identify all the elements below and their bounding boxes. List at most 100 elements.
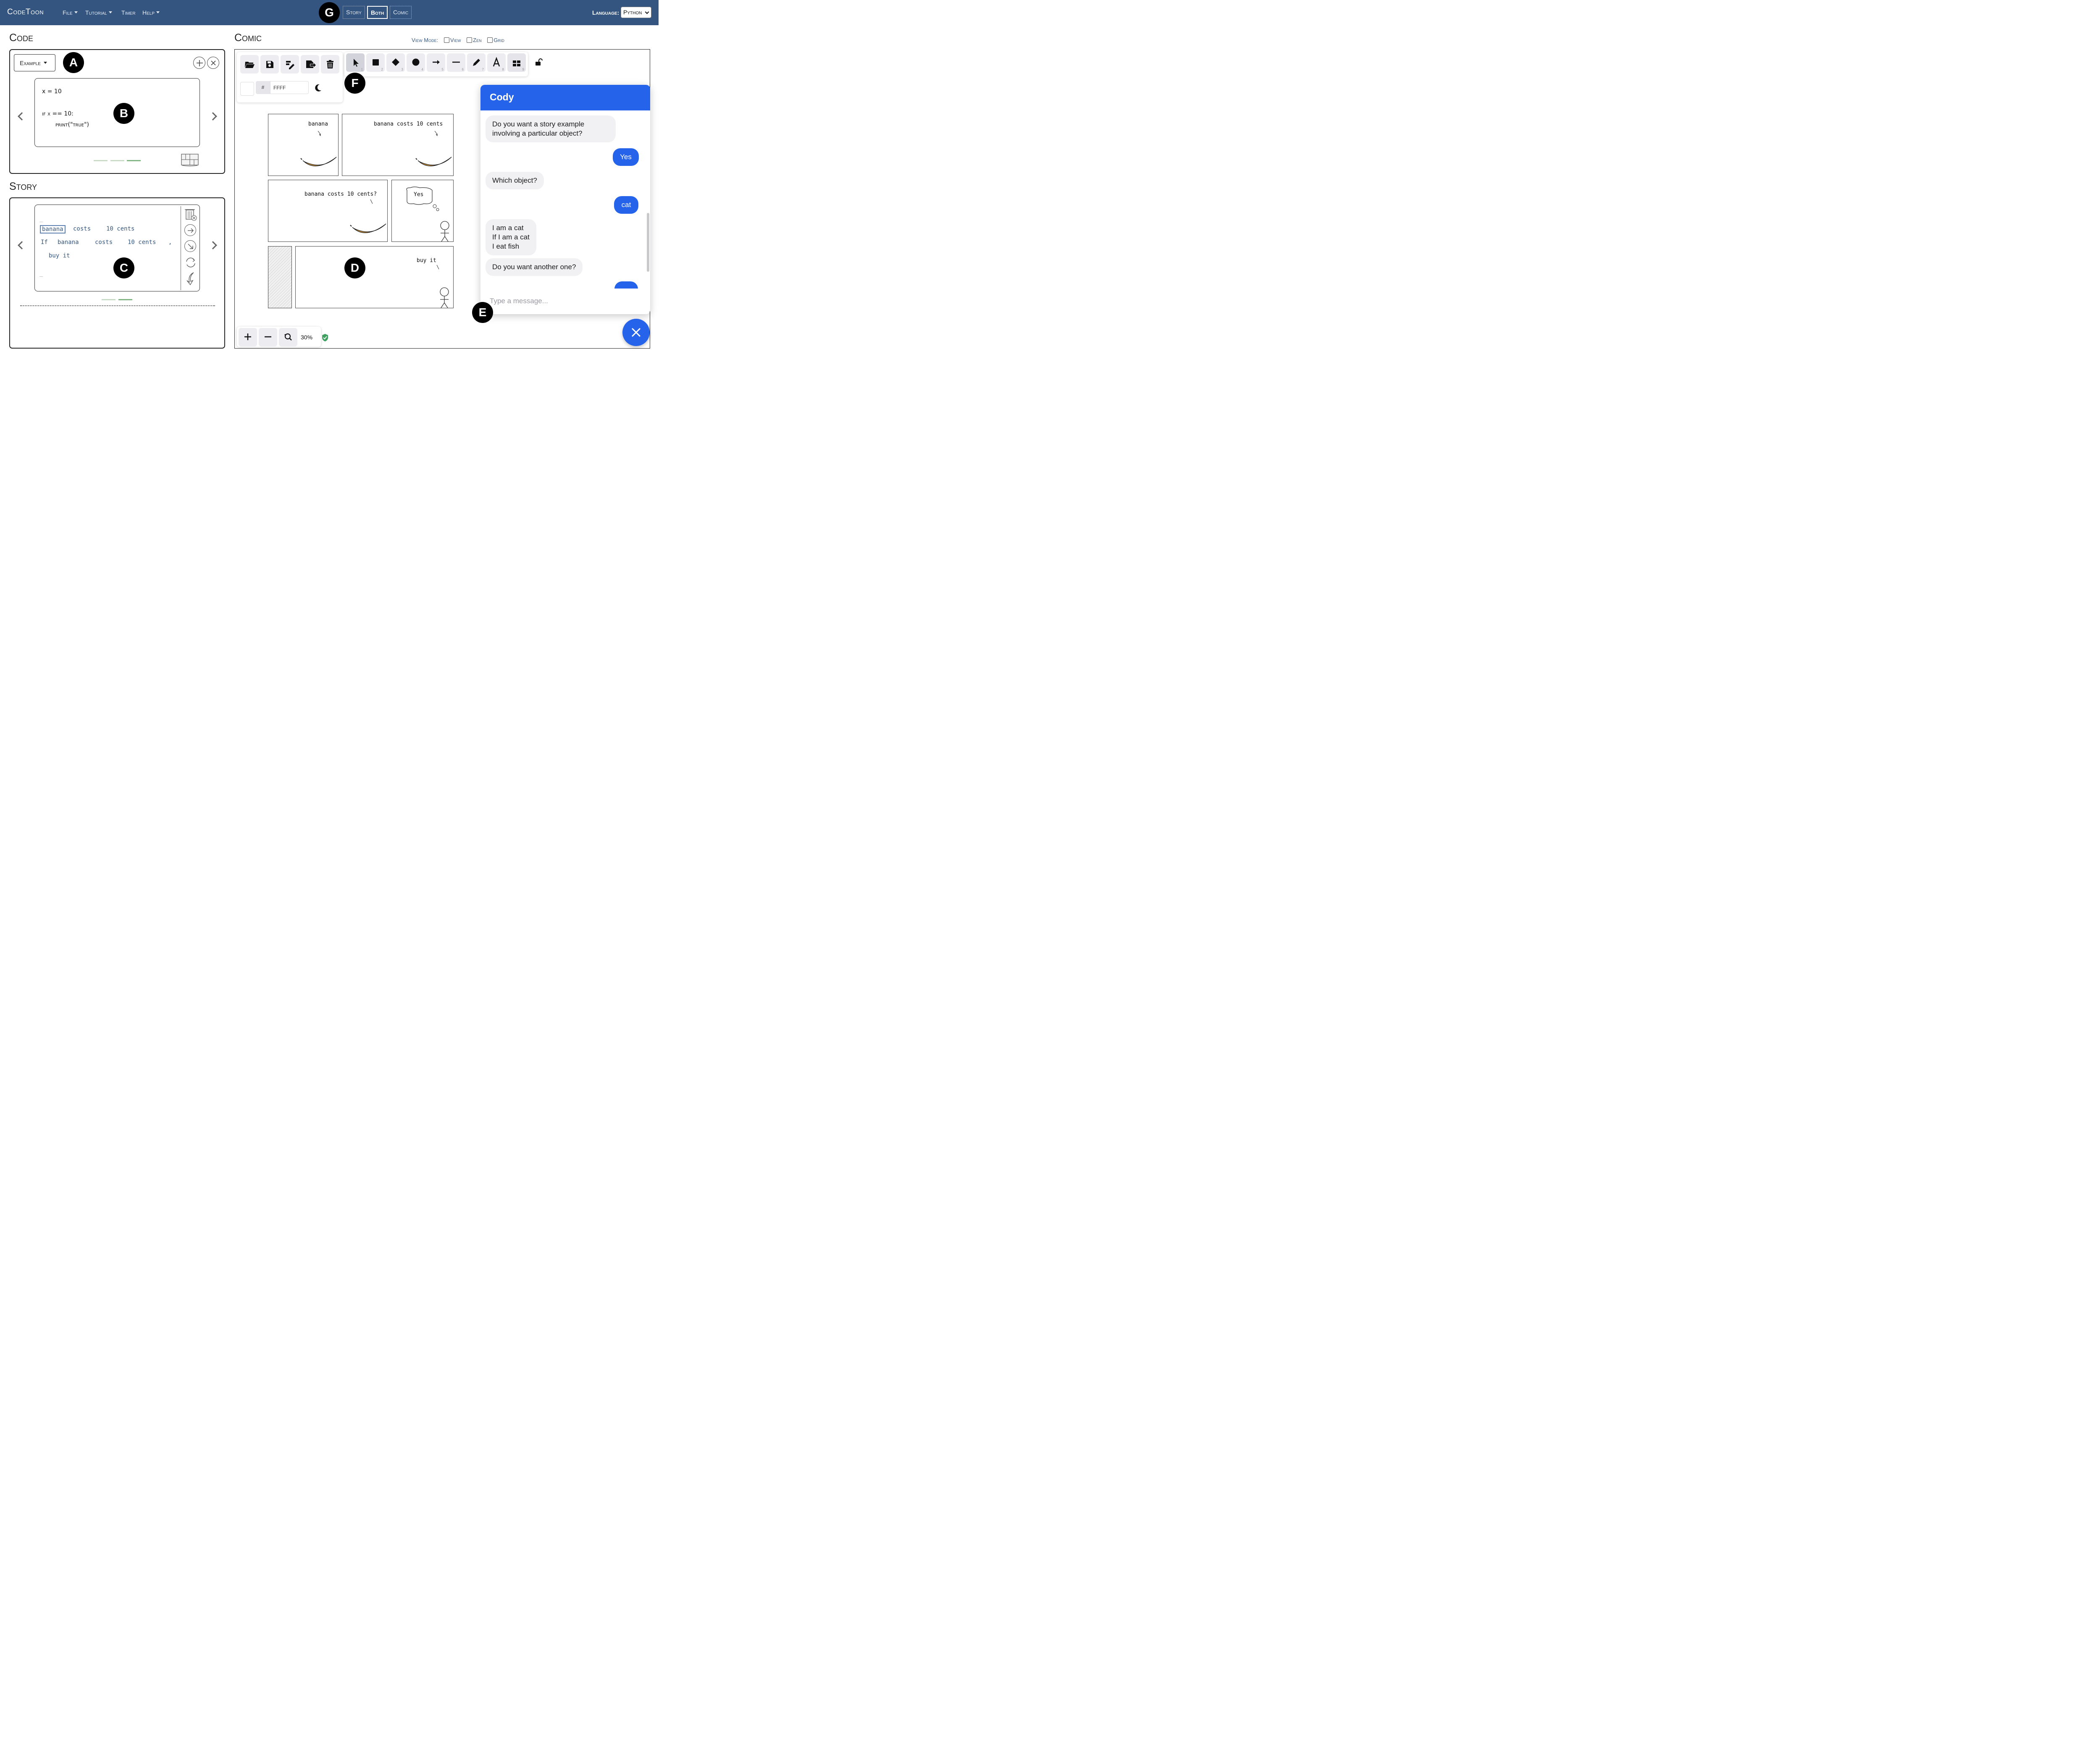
reset-zoom-button[interactable]	[279, 328, 297, 346]
tool-shortcut: 1	[361, 68, 363, 71]
background-color-swatch[interactable]	[240, 82, 254, 96]
chevron-down-icon	[645, 10, 649, 14]
annotation-marker-g: G	[319, 2, 340, 23]
annotation-marker-f: F	[344, 73, 365, 94]
comic-panel-4[interactable]: Yes	[391, 180, 454, 242]
comic-panel-5-placeholder[interactable]	[268, 246, 292, 308]
view-mode-options: View Mode: View Zen Grid	[412, 37, 504, 43]
story-word[interactable]: ,	[168, 239, 172, 246]
arrow-right-icon[interactable]	[184, 224, 196, 236]
chat-message-user: cat	[614, 196, 638, 214]
background-color-input[interactable]: FFFF	[270, 81, 309, 94]
story-word[interactable]: banana	[58, 239, 79, 246]
code-page-indicator[interactable]	[110, 160, 124, 161]
tool-shortcut: 6	[462, 68, 464, 71]
open-file-button[interactable]	[240, 55, 259, 73]
text-tool[interactable]: 8	[487, 53, 506, 72]
story-page-indicator[interactable]	[102, 299, 116, 300]
moon-icon	[315, 84, 321, 92]
chat-scrollbar[interactable]	[647, 213, 649, 272]
code-page-indicator-active[interactable]	[127, 160, 141, 161]
menu-file[interactable]: File	[63, 9, 78, 16]
chatbot-title: Cody	[480, 85, 650, 110]
diamond-tool[interactable]: 3	[386, 53, 405, 72]
zoom-reset-icon	[284, 333, 292, 341]
rectangle-tool[interactable]: 2	[366, 53, 385, 72]
story-word[interactable]: costs	[95, 239, 113, 246]
story-word-selected[interactable]: banana	[40, 225, 66, 234]
dark-mode-toggle[interactable]	[313, 83, 323, 92]
comic-panel-3[interactable]: banana costs 10 cents?	[268, 180, 388, 242]
story-word[interactable]: buy it	[49, 252, 70, 259]
save-button[interactable]	[260, 55, 279, 73]
flip-arrow-icon[interactable]	[184, 271, 197, 286]
close-icon	[211, 60, 216, 66]
line-tool[interactable]: 6	[447, 53, 465, 72]
chat-message-input[interactable]: Type a message...	[480, 289, 650, 314]
menu-tutorial[interactable]: Tutorial	[85, 9, 112, 16]
trash-icon	[327, 60, 333, 68]
remove-code-button[interactable]	[207, 57, 219, 69]
grid-checkbox[interactable]	[487, 37, 493, 43]
story-line-marker: _	[39, 270, 43, 277]
export-image-button[interactable]	[281, 55, 299, 73]
export-button[interactable]	[301, 55, 319, 73]
story-editor-card[interactable]: banana costs 10 cents If banana costs 10…	[34, 205, 200, 291]
story-word[interactable]: 10 cents	[128, 239, 156, 246]
chat-close-button[interactable]	[622, 319, 650, 346]
shield-check-icon	[321, 333, 329, 342]
lock-toggle[interactable]	[534, 58, 543, 67]
menu-file-label: File	[63, 9, 73, 16]
chat-message-bot: Do you want a story example involving a …	[486, 115, 616, 142]
banana-icon	[415, 131, 452, 166]
story-page-indicator-active[interactable]	[118, 299, 132, 300]
view-story-button[interactable]: Story	[343, 6, 365, 19]
example-dropdown-label: Example	[20, 60, 41, 66]
chat-line: I am a cat	[492, 224, 524, 232]
zen-checkbox[interactable]	[467, 37, 472, 43]
ellipse-tool[interactable]: 4	[407, 53, 425, 72]
code-page-indicator[interactable]	[94, 160, 108, 161]
tool-shortcut: 8	[502, 68, 504, 71]
folder-open-icon	[245, 62, 255, 68]
story-word[interactable]: costs	[73, 226, 91, 232]
comic-thought-text: Yes	[414, 192, 424, 198]
arrow-down-right-icon[interactable]	[184, 240, 196, 252]
delete-button[interactable]	[321, 55, 339, 73]
menu-timer[interactable]: Timer	[121, 9, 136, 16]
menu-help[interactable]: Help	[142, 9, 160, 16]
app-brand[interactable]: CodeToon	[7, 8, 44, 17]
grid-option-label: Grid	[494, 37, 504, 43]
story-word[interactable]: If	[41, 239, 48, 246]
library-tool[interactable]: 9	[507, 53, 526, 72]
chat-message-bot: Do you want another one?	[486, 258, 583, 276]
banana-icon	[300, 131, 337, 166]
tool-shortcut: 4	[421, 68, 423, 71]
chat-line: I eat fish	[492, 242, 520, 250]
comic-panel-1[interactable]: banana	[268, 114, 339, 176]
language-select[interactable]: Python	[621, 7, 651, 18]
close-icon	[631, 328, 641, 337]
story-section-title: Story	[9, 181, 37, 192]
chat-message-bot-multiline: I am a cat If I am a cat I eat fish	[486, 219, 536, 255]
trash-icon[interactable]	[185, 207, 197, 221]
view-checkbox[interactable]	[444, 37, 449, 43]
draw-tool[interactable]: 7	[467, 53, 486, 72]
banana-icon	[350, 199, 386, 233]
example-dropdown[interactable]: Example	[14, 54, 55, 71]
rotate-icon[interactable]	[184, 256, 197, 269]
arrow-tool[interactable]: 5	[427, 53, 445, 72]
add-code-button[interactable]	[193, 57, 205, 69]
zoom-in-button[interactable]	[239, 328, 257, 346]
view-both-button[interactable]: Both	[367, 6, 388, 19]
select-tool[interactable]: 1	[346, 53, 365, 72]
stick-figure-icon	[436, 265, 449, 308]
comic-panel-6[interactable]: buy it	[295, 246, 454, 308]
story-word[interactable]: 10 cents	[106, 226, 134, 232]
zoom-level: 30%	[301, 334, 313, 341]
zoom-out-button[interactable]	[259, 328, 277, 346]
comic-layout-icon[interactable]	[181, 154, 199, 166]
comic-panel-2[interactable]: banana costs 10 cents	[342, 114, 454, 176]
code-line-1: x = 10	[42, 88, 62, 95]
view-comic-button[interactable]: Comic	[390, 6, 412, 19]
